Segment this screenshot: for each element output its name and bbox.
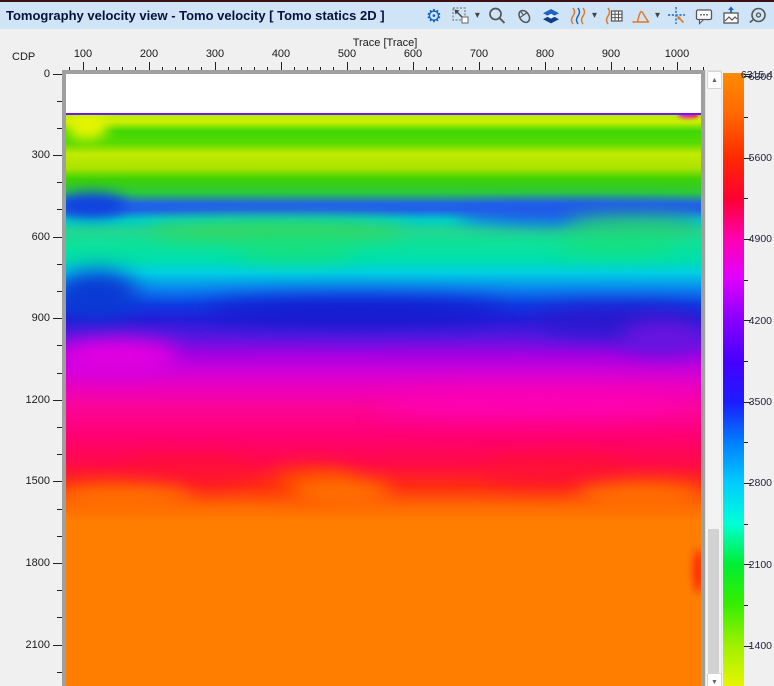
record-loop-icon[interactable] xyxy=(748,6,768,26)
top-axis-tick-label: 100 xyxy=(63,48,103,60)
mouse-mode-icon[interactable] xyxy=(514,6,534,26)
colorbar-minor-tick xyxy=(744,442,748,443)
layers-icon[interactable] xyxy=(541,6,561,26)
left-axis-major-tick xyxy=(53,400,62,401)
top-axis-tick-label: 800 xyxy=(525,48,565,60)
export-image-icon[interactable] xyxy=(721,6,741,26)
top-axis-tick-label: 400 xyxy=(261,48,301,60)
settings-icon[interactable]: ⚙ xyxy=(424,6,444,26)
fit-to-window-dropdown-icon[interactable]: ▾ xyxy=(475,6,480,26)
colorbar-tick-label: 3500 xyxy=(738,396,772,408)
scroll-up-button[interactable]: ▲ xyxy=(707,71,722,89)
colorbar-minor-tick xyxy=(744,117,748,118)
colorbar-minor-tick xyxy=(744,280,748,281)
left-axis-major-tick xyxy=(53,155,62,156)
fit-to-window-icon[interactable] xyxy=(451,6,471,26)
app-window: Tomography velocity view - Tomo velocity… xyxy=(0,0,774,686)
vertical-scrollbar[interactable]: ▲ ▼ xyxy=(705,70,722,686)
velocity-colorbar xyxy=(723,73,744,686)
cdp-corner-label: CDP xyxy=(12,51,35,63)
top-axis-tick-label: 900 xyxy=(591,48,631,60)
velocity-shade xyxy=(66,485,193,509)
left-axis-tick-label: 600 xyxy=(8,231,50,243)
scroll-down-button[interactable]: ▼ xyxy=(707,673,722,686)
scrollbar-thumb[interactable] xyxy=(708,529,719,673)
top-axis-tick-label: 1000 xyxy=(657,48,697,60)
velocity-shade xyxy=(66,114,108,140)
title-bar[interactable]: Tomography velocity view - Tomo velocity… xyxy=(0,2,774,30)
zoom-icon[interactable] xyxy=(487,6,507,26)
colorbar-tick-label: 5600 xyxy=(738,152,772,164)
pick-crosshair-icon[interactable] xyxy=(667,6,687,26)
colorbar-tick-label: 2100 xyxy=(738,559,772,571)
colorbar-tick-label: 4200 xyxy=(738,315,772,327)
velocity-shade xyxy=(66,339,178,373)
velocity-shade xyxy=(481,459,631,483)
left-axis-tick-label: 2100 xyxy=(8,639,50,651)
velocity-shade xyxy=(556,235,676,253)
velocity-shade xyxy=(146,221,406,239)
model-top-boundary xyxy=(66,113,701,115)
velocity-shade xyxy=(236,239,356,259)
velocity-shade xyxy=(291,479,391,505)
left-axis-tick-label: 900 xyxy=(8,312,50,324)
left-axis-major-tick xyxy=(53,74,62,75)
colorbar-minor-tick xyxy=(744,605,748,606)
velocity-shade xyxy=(566,217,701,233)
colorbar-tick-label: 4900 xyxy=(738,233,772,245)
left-axis-tick-label: 1200 xyxy=(8,394,50,406)
amplitude-histogram-icon[interactable] xyxy=(631,6,651,26)
velocity-shade xyxy=(206,299,506,323)
colorbar-minor-tick xyxy=(744,524,748,525)
velocity-shade xyxy=(693,549,701,593)
left-axis-tick-label: 0 xyxy=(8,68,50,80)
wiggle-display-dropdown-icon[interactable]: ▾ xyxy=(592,6,597,26)
top-axis-tick-label: 600 xyxy=(393,48,433,60)
velocity-shade xyxy=(66,271,138,319)
velocity-shade xyxy=(66,193,126,217)
top-axis-tick-label: 500 xyxy=(327,48,367,60)
colorbar-minor-tick xyxy=(744,361,748,362)
colorbar-tick-label: 2800 xyxy=(738,477,772,489)
top-axis-tick-label: 300 xyxy=(195,48,235,60)
wiggle-display-icon[interactable] xyxy=(568,6,588,26)
left-axis-major-tick xyxy=(53,481,62,482)
colorbar-minor-tick xyxy=(744,198,748,199)
left-axis-tick-label: 1800 xyxy=(8,557,50,569)
toolbar: ⚙ ▾ xyxy=(424,2,768,29)
window-title: Tomography velocity view - Tomo velocity… xyxy=(6,2,385,29)
left-axis-major-tick xyxy=(53,563,62,564)
left-axis-major-tick xyxy=(53,645,62,646)
velocity-shade xyxy=(621,321,701,355)
annotations-icon[interactable] xyxy=(694,6,714,26)
top-axis-tick-label: 200 xyxy=(129,48,169,60)
colorbar-tick-label: 6300 xyxy=(738,71,772,83)
left-axis-tick-label: 300 xyxy=(8,149,50,161)
velocity-shade xyxy=(121,461,251,483)
colorbar-tick-label: 1400 xyxy=(738,640,772,652)
plot-frame xyxy=(62,70,705,686)
left-axis-major-tick xyxy=(53,318,62,319)
wiggle-table-icon[interactable] xyxy=(604,6,624,26)
left-axis-major-tick xyxy=(53,237,62,238)
velocity-shade xyxy=(576,483,701,507)
velocity-image[interactable] xyxy=(66,113,701,686)
amplitude-histogram-dropdown-icon[interactable]: ▾ xyxy=(655,6,660,26)
left-axis-tick-label: 1500 xyxy=(8,475,50,487)
velocity-shade xyxy=(376,393,701,415)
workspace: Trace [Trace] CDP Depth [meter] 10020030… xyxy=(0,29,774,686)
top-axis-tick-label: 700 xyxy=(459,48,499,60)
